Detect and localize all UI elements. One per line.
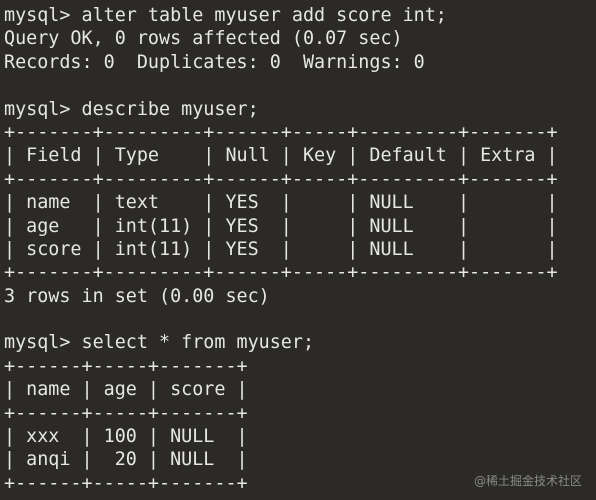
- result-records: Records: 0 Duplicates: 0 Warnings: 0: [4, 51, 425, 73]
- table-row: | score | int(11) | YES | | NULL | |: [4, 238, 558, 260]
- command-select: mysql> select * from myuser;: [4, 332, 315, 354]
- table-header: | Field | Type | Null | Key | Default | …: [4, 145, 558, 167]
- watermark: @稀土掘金技术社区: [473, 474, 582, 488]
- result-rows-in-set: 3 rows in set (0.00 sec): [4, 285, 270, 307]
- table-row: | name | text | YES | | NULL | |: [4, 192, 558, 214]
- table-border: +-------+---------+------+-----+--------…: [4, 121, 558, 143]
- command-describe: mysql> describe myuser;: [4, 98, 259, 120]
- table-row: | age | int(11) | YES | | NULL | |: [4, 215, 558, 237]
- terminal-output: mysql> alter table myuser add score int;…: [4, 4, 558, 495]
- table-border: +-------+---------+------+-----+--------…: [4, 168, 558, 190]
- table-header: | name | age | score |: [4, 379, 248, 401]
- result-query-ok: Query OK, 0 rows affected (0.07 sec): [4, 28, 403, 50]
- command-alter: mysql> alter table myuser add score int;: [4, 5, 447, 26]
- table-row: | anqi | 20 | NULL |: [4, 449, 248, 471]
- table-border: +------+-----+-------+: [4, 355, 248, 377]
- table-row: | xxx | 100 | NULL |: [4, 426, 248, 448]
- table-border: +-------+---------+------+-----+--------…: [4, 262, 558, 284]
- table-border: +------+-----+-------+: [4, 402, 248, 424]
